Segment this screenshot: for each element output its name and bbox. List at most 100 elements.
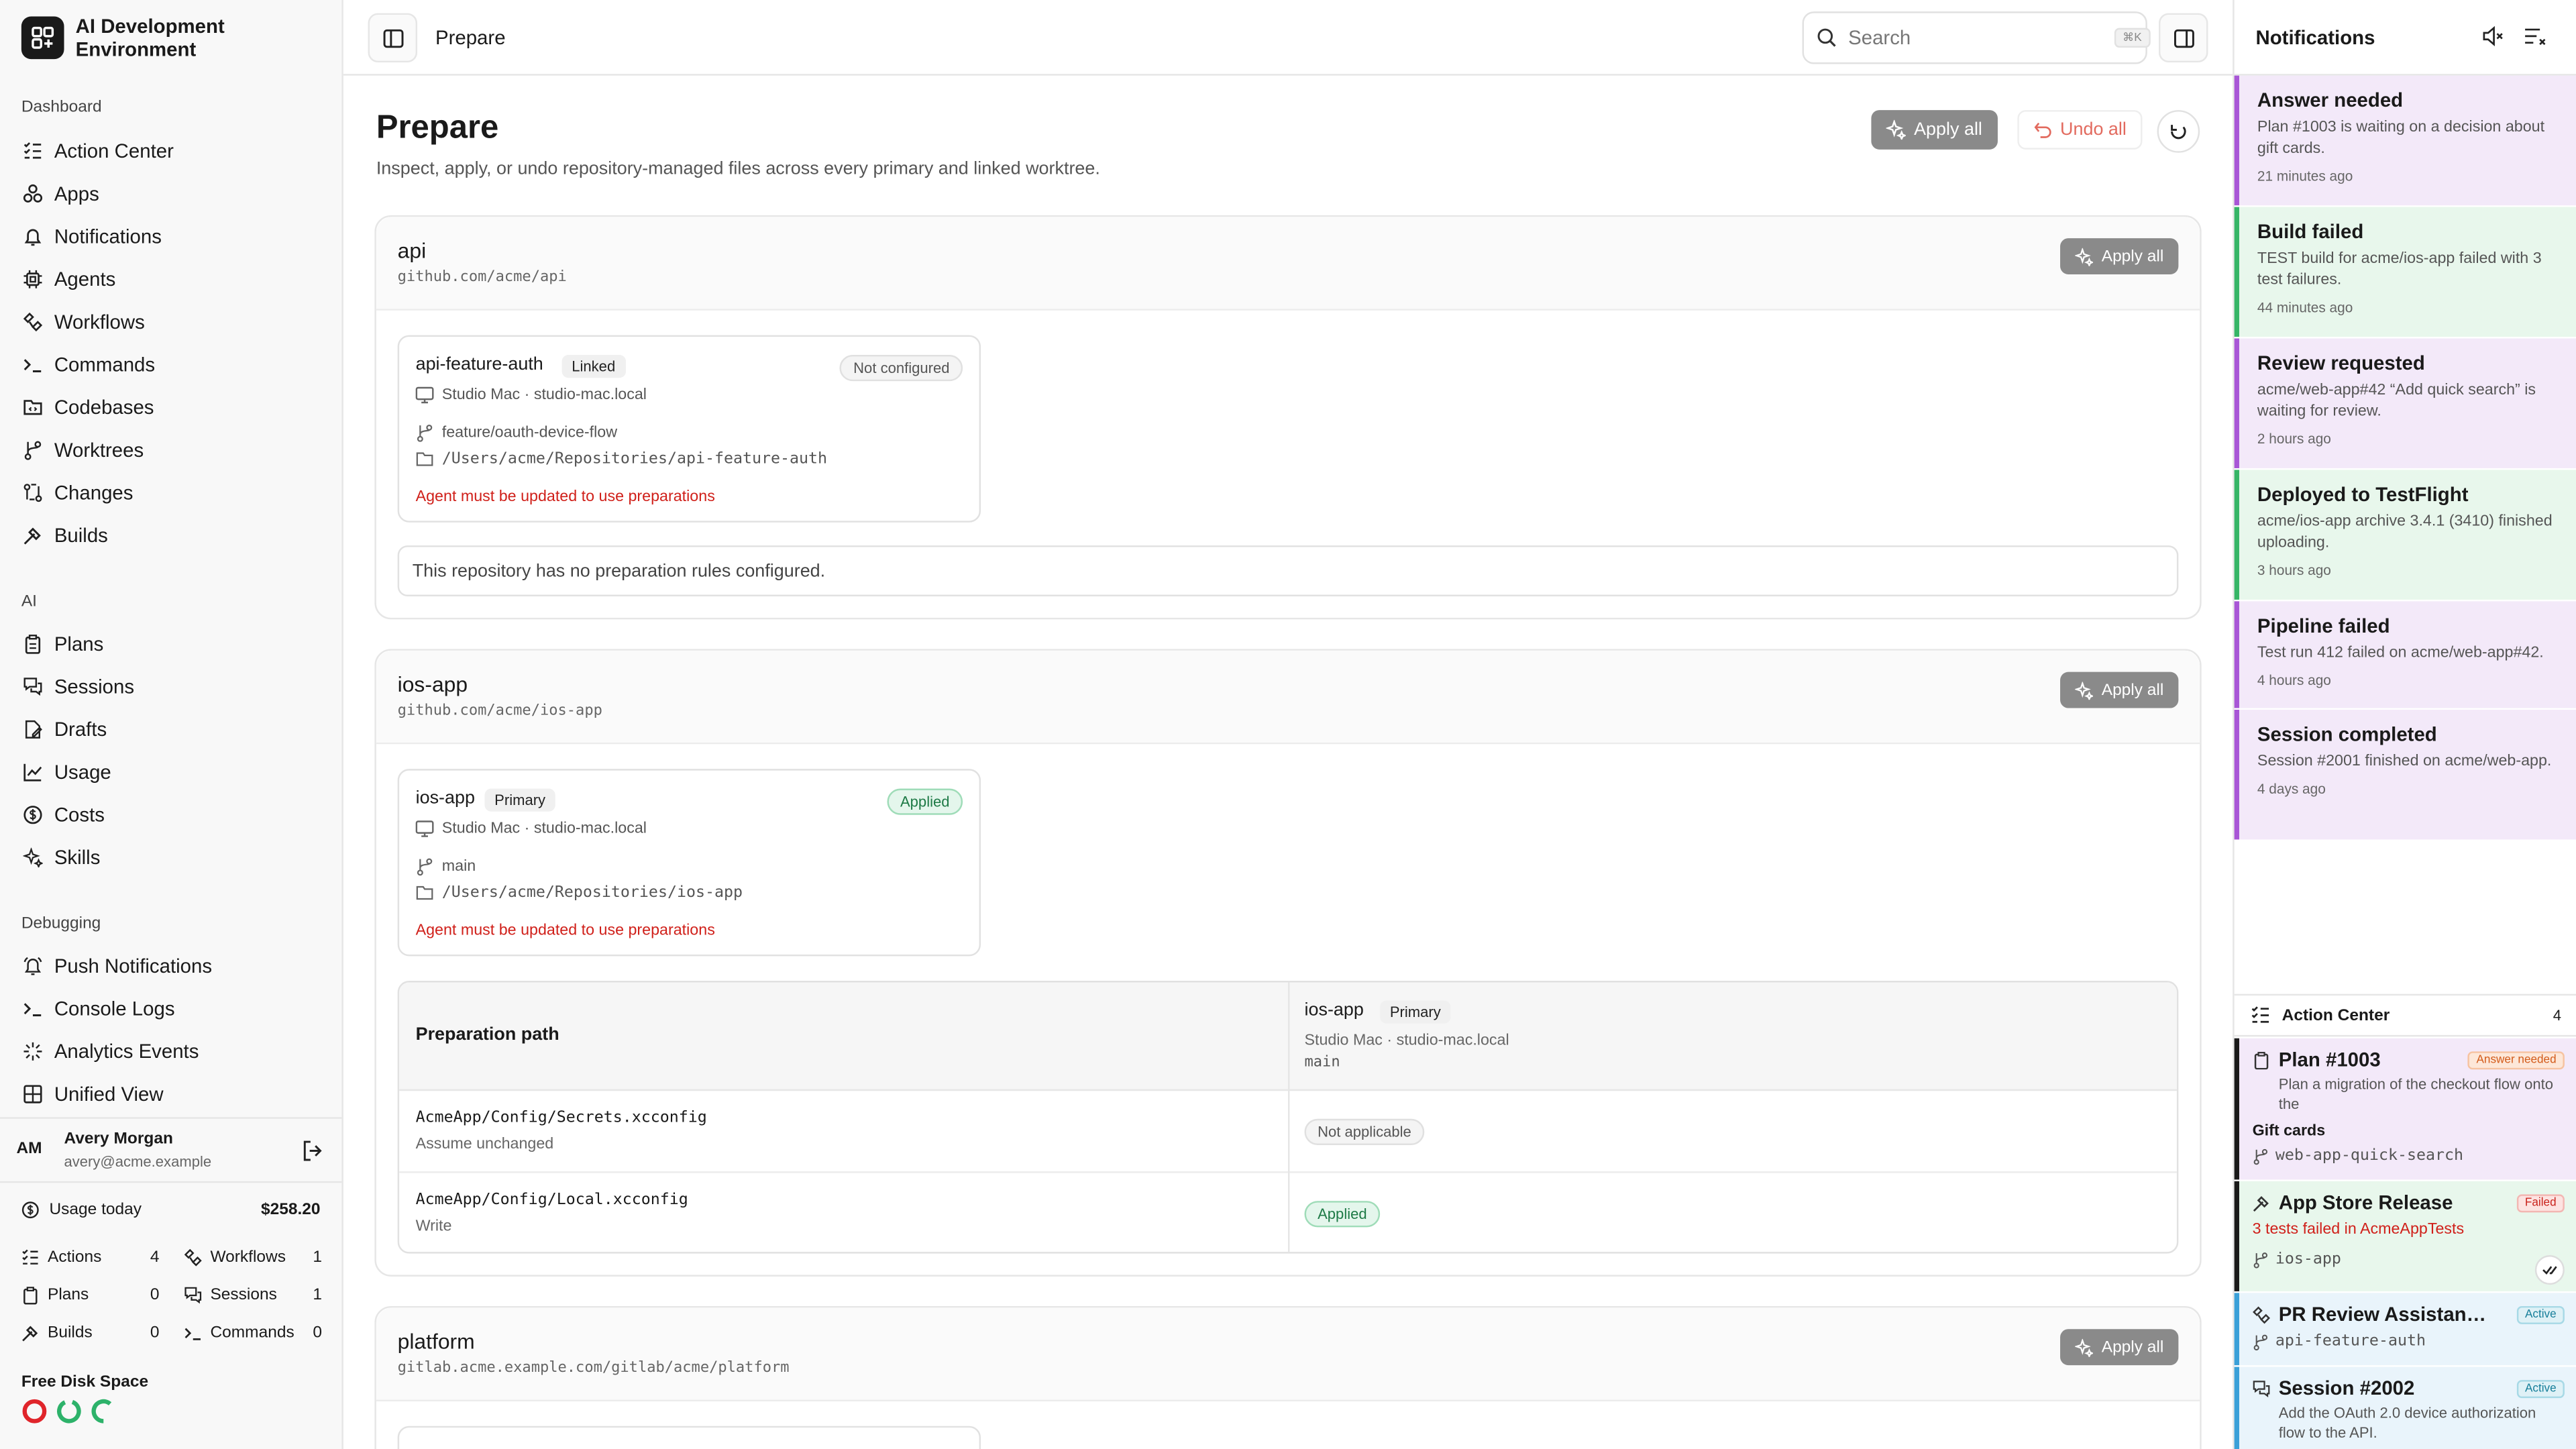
chat-icon <box>2253 1379 2271 1397</box>
workflow-icon <box>21 311 43 333</box>
disk-space-label: Free Disk Space <box>21 1373 149 1392</box>
sidebar-item-skills[interactable]: Skills <box>21 841 325 874</box>
list-check-icon <box>21 1248 40 1267</box>
hammer-icon <box>21 525 43 546</box>
disk-ring-full-icon <box>21 1398 48 1424</box>
stat-sessions[interactable]: Sessions 1 <box>184 1287 322 1305</box>
search-input[interactable] <box>1848 26 2103 50</box>
repo-url: github.com/acme/ios-app <box>397 703 602 720</box>
repo-name: platform <box>397 1329 475 1354</box>
notification-item[interactable]: Deployed to TestFlight acme/ios-app arch… <box>2234 470 2576 600</box>
stat-label: Plans <box>48 1286 89 1305</box>
stat-plans[interactable]: Plans 0 <box>21 1287 160 1305</box>
edit-file-icon <box>21 718 43 740</box>
brand-title: AI Development Environment <box>75 15 225 61</box>
sidebar-item-usage[interactable]: Usage <box>21 756 325 789</box>
action-item-session[interactable]: Session #2002 Active Add the OAuth 2.0 d… <box>2234 1366 2576 1449</box>
notification-item[interactable]: Session completed Session #2001 finished… <box>2234 709 2576 840</box>
undo-all-label: Undo all <box>2060 119 2127 140</box>
repo-apply-all-button[interactable]: Apply all <box>2060 1329 2179 1366</box>
worktree-card[interactable]: api-feature-auth Linked Not configured S… <box>397 335 981 523</box>
stat-builds[interactable]: Builds 0 <box>21 1324 160 1342</box>
sidebar-item-action-center[interactable]: Action Center <box>21 135 325 168</box>
repo-url: github.com/acme/api <box>397 269 567 286</box>
chat-icon <box>21 676 43 698</box>
mark-done-icon[interactable] <box>2534 1255 2565 1285</box>
prep-mode: Write <box>415 1217 452 1236</box>
repo-url: gitlab.acme.example.com/gitlab/acme/plat… <box>397 1360 790 1377</box>
user-profile[interactable]: AM Avery Morgan avery@acme.example <box>0 1117 342 1183</box>
sidebar-item-console-logs[interactable]: Console Logs <box>21 992 325 1025</box>
sparkle-icon <box>21 1040 43 1062</box>
action-center-title: Action Center <box>2282 1006 2390 1024</box>
stat-label: Actions <box>48 1248 102 1267</box>
apply-all-button[interactable]: Apply all <box>1871 110 1997 150</box>
sidebar-item-apps[interactable]: Apps <box>21 177 325 210</box>
mute-icon[interactable] <box>2481 25 2504 48</box>
sidebar-item-label: Costs <box>54 803 105 826</box>
toggle-sidebar-button[interactable] <box>368 13 418 63</box>
sidebar-item-workflows[interactable]: Workflows <box>21 306 325 339</box>
search-icon <box>1817 28 1837 48</box>
stat-workflows[interactable]: Workflows 1 <box>184 1248 322 1267</box>
action-item-description: 3 tests failed in AcmeAppTests <box>2252 1220 2465 1239</box>
action-item-plan[interactable]: Plan #1003 Answer needed Plan a migratio… <box>2234 1038 2576 1180</box>
notification-item[interactable]: Review requested acme/web-app#42 “Add qu… <box>2234 338 2576 468</box>
repo-apply-all-button[interactable]: Apply all <box>2060 238 2179 274</box>
refresh-button[interactable] <box>2157 110 2200 153</box>
search-box[interactable]: ⌘K <box>1802 11 2150 64</box>
notification-body: TEST build for acme/ios-app failed with … <box>2257 250 2542 290</box>
sidebar-item-costs[interactable]: Costs <box>21 798 325 831</box>
action-item-app-store-release[interactable]: App Store Release Failed 3 tests failed … <box>2234 1181 2576 1291</box>
sidebar-item-notifications[interactable]: Notifications <box>21 220 325 253</box>
folder-icon <box>416 884 434 902</box>
worktree-name: ios-app <box>415 788 475 808</box>
repo-apply-all-button[interactable]: Apply all <box>2060 672 2179 708</box>
notification-item[interactable]: Answer needed Plan #1003 is waiting on a… <box>2234 75 2576 206</box>
notification-title: Answer needed <box>2257 89 2404 112</box>
brand[interactable]: AI Development Environment <box>21 15 256 61</box>
clear-all-icon[interactable] <box>2524 25 2546 48</box>
repo-apply-label: Apply all <box>2101 1338 2164 1356</box>
sidebar-item-drafts[interactable]: Drafts <box>21 713 325 746</box>
sparkles-icon <box>2075 681 2094 700</box>
sidebar-item-worktrees[interactable]: Worktrees <box>21 434 325 467</box>
action-item-description: Plan a migration of the checkout flow on… <box>2278 1076 2554 1112</box>
action-center-header[interactable]: Action Center 4 <box>2234 994 2576 1037</box>
action-item-pr-review[interactable]: PR Review Assistant #4… Active api-featu… <box>2234 1293 2576 1366</box>
clipboard-icon <box>2253 1051 2271 1069</box>
repo-card-ios-app: ios-app github.com/acme/ios-app Apply al… <box>374 649 2202 1277</box>
sidebar-item-codebases[interactable]: Codebases <box>21 391 325 424</box>
sidebar-item-agents[interactable]: Agents <box>21 263 325 296</box>
undo-all-button[interactable]: Undo all <box>2017 110 2143 150</box>
action-item-extra: Gift cards <box>2252 1122 2326 1140</box>
worktree-card-partial[interactable] <box>397 1426 981 1449</box>
git-branch-icon <box>21 439 43 461</box>
worktree-kind-badge: Linked <box>561 354 625 378</box>
stat-commands[interactable]: Commands 0 <box>184 1324 322 1342</box>
notification-item[interactable]: Pipeline failed Test run 412 failed on a… <box>2234 601 2576 708</box>
terminal-icon <box>184 1324 202 1342</box>
toggle-notifications-panel-button[interactable] <box>2158 13 2208 63</box>
notification-title: Build failed <box>2257 220 2364 244</box>
worktree-branch-text: feature/oauth-device-flow <box>441 423 618 442</box>
sidebar-item-builds[interactable]: Builds <box>21 519 325 552</box>
sidebar-item-analytics-events[interactable]: Analytics Events <box>21 1035 325 1068</box>
sidebar-item-label: Analytics Events <box>54 1040 199 1063</box>
notification-item[interactable]: Build failed TEST build for acme/ios-app… <box>2234 207 2576 337</box>
stat-actions[interactable]: Actions 4 <box>21 1248 160 1267</box>
action-item-title: App Store Release <box>2278 1191 2453 1214</box>
sidebar-item-commands[interactable]: Commands <box>21 348 325 381</box>
sidebar-item-label: Usage <box>54 760 111 784</box>
list-check-icon <box>21 140 43 162</box>
sidebar-item-unified-view[interactable]: Unified View <box>21 1078 325 1111</box>
sidebar-item-sessions[interactable]: Sessions <box>21 670 325 703</box>
sidebar-item-changes[interactable]: Changes <box>21 476 325 509</box>
action-item-branch-text: web-app-quick-search <box>2275 1146 2464 1165</box>
sidebar-item-push-notifications[interactable]: Push Notifications <box>21 950 325 983</box>
sparkles-icon <box>1886 119 1906 140</box>
worktree-card[interactable]: ios-app Primary Applied Studio Mac · stu… <box>397 769 981 957</box>
logout-icon[interactable] <box>303 1140 324 1162</box>
sidebar-item-plans[interactable]: Plans <box>21 628 325 661</box>
action-item-tag: Active <box>2516 1305 2565 1324</box>
